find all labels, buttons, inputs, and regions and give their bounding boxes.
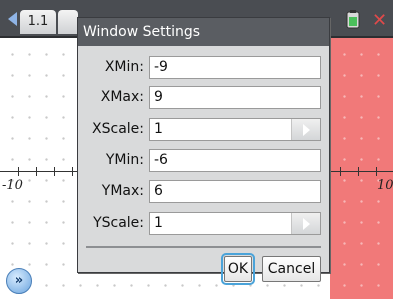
tab-1-1[interactable]: 1.1 (20, 10, 56, 34)
xscale-field[interactable]: 1 (149, 118, 321, 141)
cancel-button[interactable]: Cancel (262, 256, 321, 282)
xscale-row: XScale: 1 (78, 116, 329, 142)
yscale-value: 1 (154, 215, 163, 231)
close-icon[interactable]: ✕ (372, 10, 387, 31)
xmin-row: XMin: -9 (78, 54, 329, 80)
axis-tick (72, 167, 73, 176)
x-axis-left (0, 171, 80, 172)
dialog-divider (86, 246, 321, 248)
dialog-title: Window Settings (78, 18, 329, 46)
ymin-field[interactable]: -6 (149, 149, 321, 172)
axis-tick (340, 167, 341, 176)
ymax-row: YMax: 6 (78, 178, 329, 204)
ymax-field[interactable]: 6 (149, 180, 321, 203)
yscale-row: YScale: 1 (78, 210, 329, 236)
xmax-label: XMax: (100, 89, 144, 105)
x-max-label: 10 (377, 178, 393, 193)
xmin-field[interactable]: -9 (149, 56, 321, 79)
dropdown-arrow-icon[interactable] (291, 213, 320, 234)
xscale-label: XScale: (92, 121, 144, 137)
back-arrow-icon[interactable] (8, 12, 17, 26)
dropdown-arrow-icon[interactable] (291, 119, 320, 140)
ymin-row: YMin: -6 (78, 147, 329, 173)
window-settings-dialog: Window Settings XMin: -9 XMax: 9 XScale:… (77, 17, 330, 285)
ok-button[interactable]: OK (221, 253, 255, 285)
axis-tick (18, 167, 19, 176)
axis-tick (54, 167, 55, 176)
axis-tick (376, 167, 377, 176)
xscale-value: 1 (154, 121, 163, 137)
xmax-field[interactable]: 9 (149, 86, 321, 109)
axis-tick (36, 167, 37, 176)
xmin-label: XMin: (104, 59, 144, 75)
ymax-label: YMax: (101, 183, 144, 199)
ymin-label: YMin: (105, 152, 144, 168)
yscale-label: YScale: (93, 215, 144, 231)
battery-icon (346, 10, 360, 29)
x-min-label: -10 (2, 178, 23, 193)
axis-tick (358, 167, 359, 176)
tab-next[interactable] (58, 10, 78, 34)
yscale-field[interactable]: 1 (149, 212, 321, 235)
double-chevron-right-icon[interactable]: » (6, 268, 32, 294)
xmax-row: XMax: 9 (78, 84, 329, 110)
